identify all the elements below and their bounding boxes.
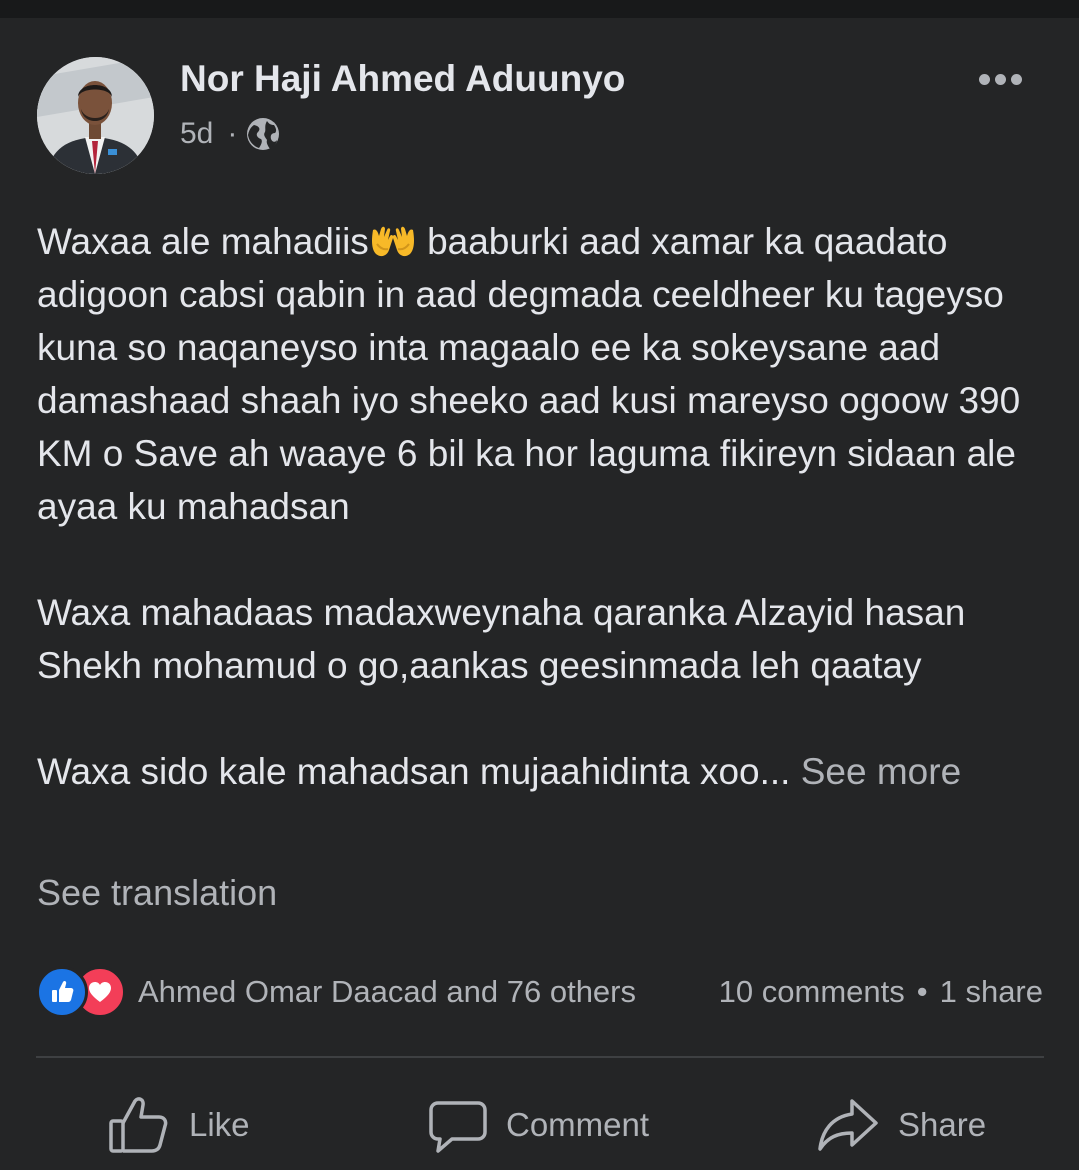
engagement-stats: 10 comments • 1 share xyxy=(719,967,1043,1017)
palms-up-together-emoji xyxy=(369,221,417,257)
post-timestamp[interactable]: 5d xyxy=(180,117,213,151)
divider xyxy=(36,1056,1044,1058)
like-reaction-icon xyxy=(36,966,88,1018)
post-body: Waxaa ale mahadiis baaburki aad xamar ka… xyxy=(37,215,1047,798)
post-text: Waxa sido kale mahadsan mujaahidinta xoo… xyxy=(37,751,791,792)
post-meta: 5d · xyxy=(180,114,281,154)
share-label: Share xyxy=(898,1106,987,1143)
post-text: Waxaa ale mahadiis xyxy=(37,221,369,262)
avatar[interactable] xyxy=(37,57,154,174)
post-paragraph: Waxa mahadaas madaxweynaha qaranka Alzay… xyxy=(37,592,966,686)
like-label: Like xyxy=(189,1106,250,1143)
comments-count[interactable]: 10 comments xyxy=(719,974,905,1010)
comment-label: Comment xyxy=(506,1106,650,1143)
status-bar-strip xyxy=(0,0,1079,18)
globe-icon xyxy=(245,116,281,152)
reactors-text[interactable]: Ahmed Omar Daacad and 76 others xyxy=(138,974,636,1010)
thumbs-up-icon xyxy=(107,1093,171,1157)
see-translation-link[interactable]: See translation xyxy=(37,872,277,914)
reaction-summary[interactable]: Ahmed Omar Daacad and 76 others xyxy=(36,966,636,1018)
more-options-icon[interactable] xyxy=(970,62,1030,96)
stats-separator: • xyxy=(916,974,928,1009)
comment-button[interactable]: Comment xyxy=(428,1090,649,1160)
author-name[interactable]: Nor Haji Ahmed Aduunyo xyxy=(180,58,625,100)
profile-photo xyxy=(37,57,154,174)
share-arrow-icon xyxy=(816,1093,880,1157)
post-text: baaburki aad xamar ka qaadato adigoon ca… xyxy=(37,221,1021,527)
post-paragraph: Waxa sido kale mahadsan mujaahidinta xoo… xyxy=(37,745,1047,798)
action-bar: Like Comment Share xyxy=(0,1090,1079,1160)
comment-icon xyxy=(428,1093,488,1157)
meta-separator: · xyxy=(227,117,238,150)
shares-count[interactable]: 1 share xyxy=(940,974,1043,1010)
post-paragraph: Waxaa ale mahadiis baaburki aad xamar ka… xyxy=(37,215,1047,533)
see-more-link[interactable]: See more xyxy=(801,751,961,792)
like-button[interactable]: Like xyxy=(107,1090,250,1160)
share-button[interactable]: Share xyxy=(816,1090,986,1160)
